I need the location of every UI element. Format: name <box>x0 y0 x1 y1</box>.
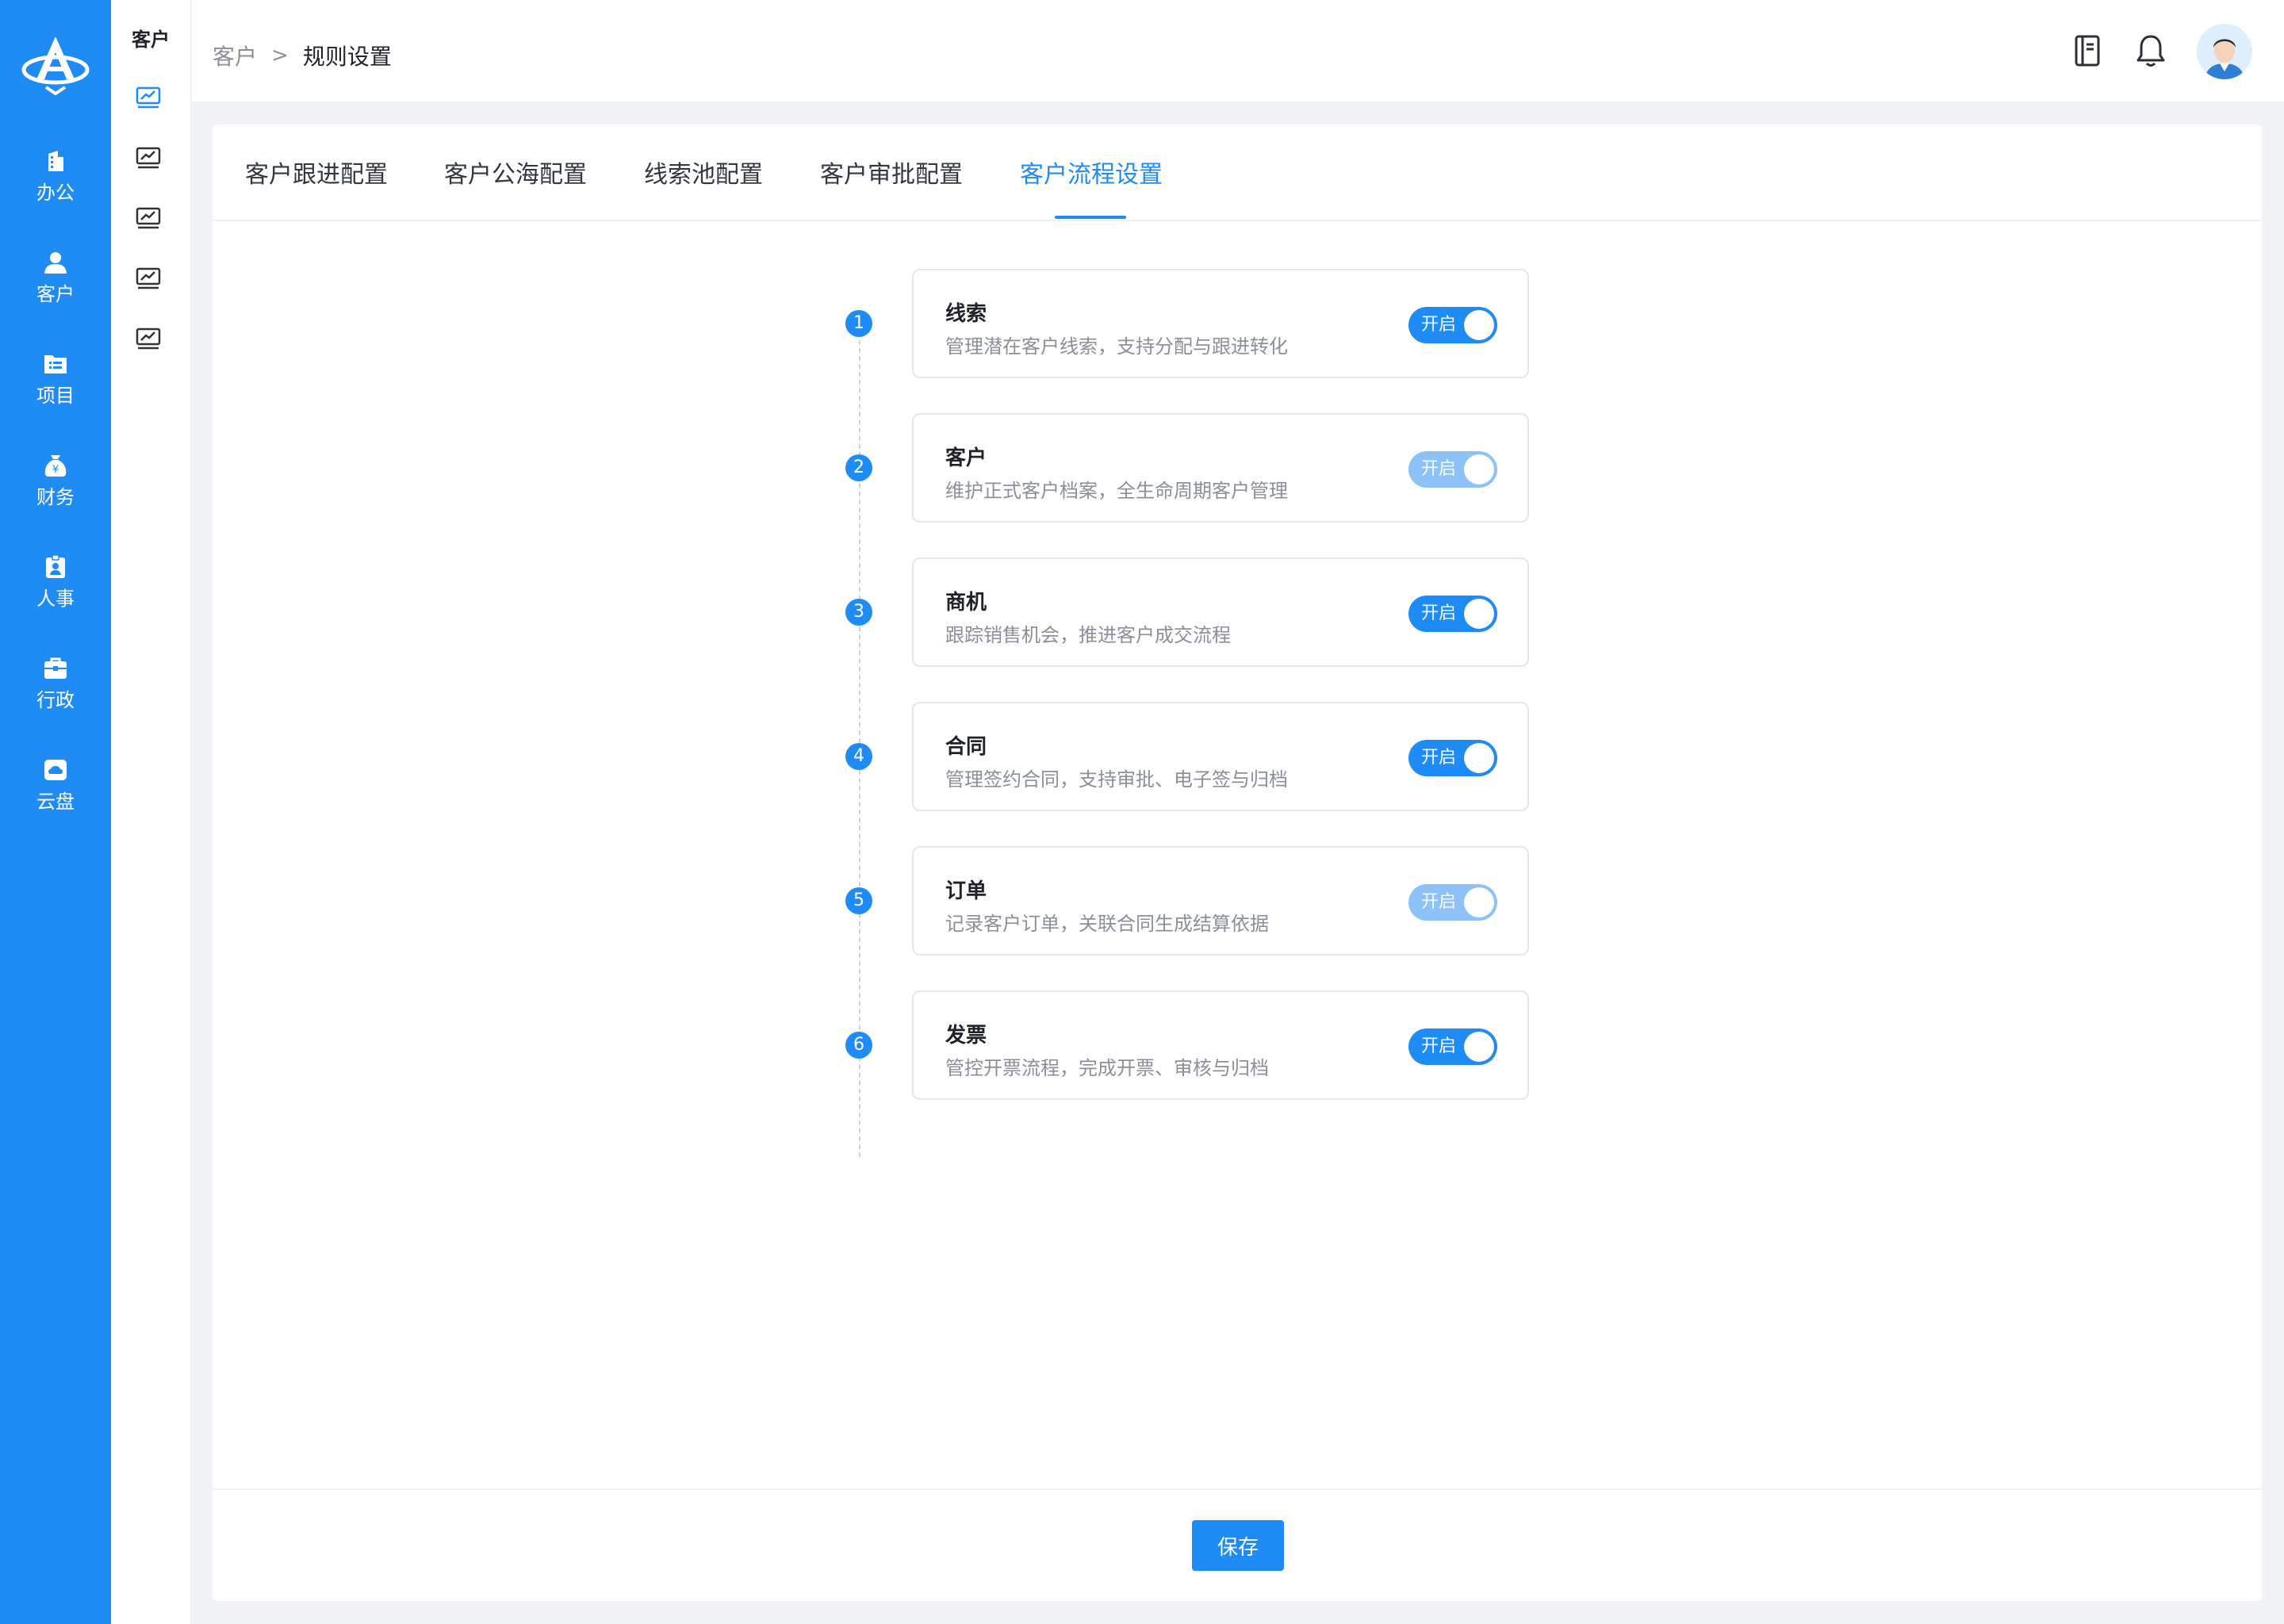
avatar-image <box>2197 24 2252 79</box>
chart-icon[interactable] <box>135 86 162 109</box>
nav-item-finance[interactable]: ¥ 财务 <box>0 452 111 539</box>
subnav-title: 客户 <box>132 29 170 51</box>
tab-bar: 客户跟进配置 客户公海配置 线索池配置 客户审批配置 客户流程设置 <box>213 124 2262 221</box>
main-card: 客户跟进配置 客户公海配置 线索池配置 客户审批配置 客户流程设置 1 线索管理潜… <box>213 124 2262 1601</box>
step-title: 线索 <box>945 302 987 326</box>
tab-process-settings[interactable]: 客户流程设置 <box>1020 155 1163 190</box>
money-bag-icon: ¥ <box>44 455 67 477</box>
nav-label: 人事 <box>36 588 75 610</box>
save-button[interactable]: 保存 <box>1192 1520 1284 1571</box>
chart-icon[interactable] <box>135 266 162 290</box>
breadcrumb-current: 规则设置 <box>302 44 392 70</box>
nav-label: 行政 <box>36 689 75 711</box>
step-description: 维护正式客户档案，全生命周期客户管理 <box>945 480 1288 502</box>
toggle-knob <box>1464 310 1494 340</box>
badge-icon <box>46 554 65 578</box>
toggle-label: 开启 <box>1421 892 1457 912</box>
primary-sidebar: 办公 客户 项目 ¥ 财务 人事 行政 云盘 <box>0 0 111 1624</box>
nav-label: 云盘 <box>36 791 75 813</box>
step-number: 5 <box>845 887 872 914</box>
logo-icon[interactable] <box>19 30 92 97</box>
svg-text:¥: ¥ <box>52 464 59 476</box>
bell-icon[interactable] <box>2133 32 2168 70</box>
step-number: 1 <box>845 310 872 337</box>
breadcrumb-parent[interactable]: 客户 <box>213 40 257 71</box>
toggle-knob <box>1464 1032 1494 1062</box>
step-title: 客户 <box>945 446 987 470</box>
toggle-label: 开启 <box>1421 748 1457 768</box>
step-toggle-switch[interactable]: 开启 <box>1408 1028 1497 1065</box>
step-toggle-switch[interactable]: 开启 <box>1408 884 1497 921</box>
tab-approval-config[interactable]: 客户审批配置 <box>820 155 963 190</box>
tab-follow-up-config[interactable]: 客户跟进配置 <box>245 155 388 190</box>
breadcrumb: 客户 > 规则设置 <box>213 40 392 71</box>
step-description: 管理签约合同，支持审批、电子签与归档 <box>945 768 1288 791</box>
toggle-label: 开启 <box>1421 315 1457 335</box>
toggle-knob <box>1464 599 1494 629</box>
toggle-knob <box>1464 454 1494 485</box>
tab-public-pool-config[interactable]: 客户公海配置 <box>444 155 587 190</box>
nav-item-project[interactable]: 项目 <box>0 350 111 438</box>
step-description: 管理潜在客户线索，支持分配与跟进转化 <box>945 335 1288 358</box>
nav-item-hr[interactable]: 人事 <box>0 553 111 641</box>
toggle-knob <box>1464 887 1494 917</box>
step-title: 订单 <box>945 879 987 903</box>
step-card: 客户维护正式客户档案，全生命周期客户管理 开启 <box>912 413 1529 523</box>
cloud-drive-icon <box>44 760 67 780</box>
nav-label: 办公 <box>36 182 75 204</box>
step-toggle-switch[interactable]: 开启 <box>1408 596 1497 632</box>
step-card: 商机跟踪销售机会，推进客户成交流程 开启 <box>912 557 1529 667</box>
step-description: 跟踪销售机会，推进客户成交流程 <box>945 624 1231 646</box>
nav-label: 项目 <box>36 385 75 407</box>
chart-icon[interactable] <box>135 327 162 350</box>
step-number: 6 <box>845 1032 872 1059</box>
toggle-knob <box>1464 743 1494 773</box>
nav-item-admin[interactable]: 行政 <box>0 655 111 742</box>
step-toggle-switch[interactable]: 开启 <box>1408 740 1497 776</box>
building-icon <box>48 151 63 171</box>
active-tab-indicator <box>1055 216 1126 219</box>
step-toggle-switch[interactable]: 开启 <box>1408 451 1497 488</box>
folder-list-icon <box>44 355 67 373</box>
step-title: 发票 <box>945 1024 987 1048</box>
step-description: 管控开票流程，完成开票、审核与归档 <box>945 1057 1269 1079</box>
nav-item-customer[interactable]: 客户 <box>0 249 111 336</box>
toggle-label: 开启 <box>1421 1036 1457 1056</box>
card-footer: 保存 <box>213 1488 2262 1601</box>
avatar[interactable] <box>2197 24 2252 79</box>
notebook-icon[interactable] <box>2070 32 2105 70</box>
chart-icon[interactable] <box>135 206 162 230</box>
nav-item-office[interactable]: 办公 <box>0 147 111 235</box>
nav-label: 客户 <box>36 283 75 305</box>
step-card: 合同管理签约合同，支持审批、电子签与归档 开启 <box>912 702 1529 811</box>
step-number: 3 <box>845 599 872 626</box>
top-header: 客户 > 规则设置 <box>191 0 2284 102</box>
step-card: 发票管控开票流程，完成开票、审核与归档 开启 <box>912 990 1529 1100</box>
step-card: 线索管理潜在客户线索，支持分配与跟进转化 开启 <box>912 269 1529 378</box>
step-title: 商机 <box>945 591 987 615</box>
step-number: 2 <box>845 454 872 481</box>
briefcase-icon <box>44 657 67 679</box>
chart-icon[interactable] <box>135 146 162 170</box>
step-title: 合同 <box>945 735 987 759</box>
nav-label: 财务 <box>36 486 75 508</box>
nav-item-cloud[interactable]: 云盘 <box>0 756 111 844</box>
step-toggle-switch[interactable]: 开启 <box>1408 307 1497 343</box>
toggle-label: 开启 <box>1421 603 1457 623</box>
tab-lead-pool-config[interactable]: 线索池配置 <box>644 155 763 190</box>
secondary-sidebar: 客户 <box>111 0 191 1624</box>
breadcrumb-separator: > <box>271 44 289 67</box>
user-icon <box>44 252 67 274</box>
step-description: 记录客户订单，关联合同生成结算依据 <box>945 913 1269 935</box>
step-card: 订单记录客户订单，关联合同生成结算依据 开启 <box>912 846 1529 956</box>
toggle-label: 开启 <box>1421 459 1457 479</box>
step-number: 4 <box>845 743 872 770</box>
